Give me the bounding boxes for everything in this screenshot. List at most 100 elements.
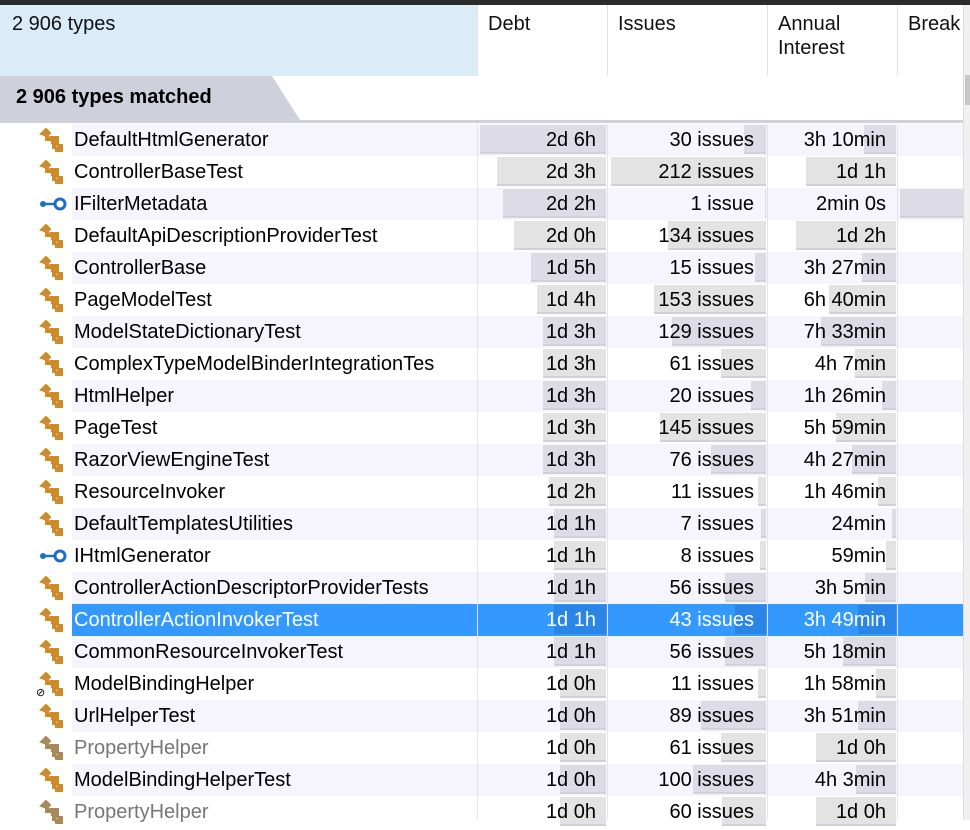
breaking-point-bar bbox=[900, 189, 965, 218]
issues-value[interactable]: 61 issues bbox=[670, 735, 755, 761]
issues-value[interactable]: 11 issues bbox=[671, 479, 754, 505]
debt-cell: 1d 0h bbox=[478, 796, 606, 828]
debt-value: 1d 1h bbox=[545, 577, 596, 599]
type-name[interactable]: PageTest bbox=[74, 415, 477, 441]
column-header-name[interactable]: 2 906 types bbox=[0, 5, 478, 76]
table-row[interactable]: RazorViewEngineTest 1d 3h 76 issues 4h 2… bbox=[0, 444, 963, 476]
type-name[interactable]: IHtmlGenerator bbox=[74, 543, 477, 569]
breaking-point-cell bbox=[898, 764, 965, 796]
type-name[interactable]: CommonResourceInvokerTest bbox=[74, 639, 477, 665]
issues-value[interactable]: 56 issues bbox=[670, 575, 755, 601]
class-icon: ⊘ bbox=[36, 671, 68, 699]
interest-cell: 3h 10min bbox=[768, 124, 896, 156]
issues-value[interactable]: 76 issues bbox=[670, 447, 755, 473]
issues-value[interactable]: 15 issues bbox=[670, 255, 755, 281]
table-row[interactable]: HtmlHelper 1d 3h 20 issues 1h 26min bbox=[0, 380, 963, 412]
type-name[interactable]: ControllerBase bbox=[74, 255, 477, 281]
type-name[interactable]: ResourceInvoker bbox=[74, 479, 477, 505]
interest-cell: 1h 58min bbox=[768, 668, 896, 700]
debt-cell: 1d 1h bbox=[478, 508, 606, 540]
type-name[interactable]: ComplexTypeModelBinderIntegrationTes bbox=[74, 351, 477, 377]
breaking-point-cell bbox=[898, 604, 965, 636]
breaking-point-cell bbox=[898, 508, 965, 540]
type-name[interactable]: UrlHelperTest bbox=[74, 703, 477, 729]
table-row[interactable]: ControllerActionDescriptorProviderTests … bbox=[0, 572, 963, 604]
issues-value[interactable]: 145 issues bbox=[658, 415, 754, 441]
interest-bar bbox=[892, 509, 896, 538]
table-row[interactable]: ControllerActionInvokerTest 1d 1h 43 iss… bbox=[0, 604, 963, 636]
issues-value[interactable]: 61 issues bbox=[670, 351, 755, 377]
table-row[interactable]: PageModelTest 1d 4h 153 issues 6h 40min bbox=[0, 284, 963, 316]
table-row[interactable]: ⊘ ModelBindingHelper 1d 0h 11 issues 1h … bbox=[0, 668, 963, 700]
issues-value[interactable]: 129 issues bbox=[658, 319, 754, 345]
issues-value[interactable]: 1 issue bbox=[691, 191, 754, 217]
table-row[interactable]: DefaultApiDescriptionProviderTest 2d 0h … bbox=[0, 220, 963, 252]
class-icon bbox=[38, 575, 68, 600]
table-row[interactable]: ControllerBase 1d 5h 15 issues 3h 27min bbox=[0, 252, 963, 284]
type-name[interactable]: DefaultApiDescriptionProviderTest bbox=[74, 223, 477, 249]
table-row[interactable]: PropertyHelper 1d 0h 61 issues 1d 0h bbox=[0, 732, 963, 764]
type-name[interactable]: ModelBindingHelper bbox=[74, 671, 477, 697]
type-name[interactable]: PropertyHelper bbox=[74, 735, 477, 761]
interest-cell: 4h 27min bbox=[768, 444, 896, 476]
column-header-debt[interactable]: Debt bbox=[478, 5, 608, 76]
breaking-point-cell bbox=[898, 796, 965, 828]
type-name[interactable]: ModelStateDictionaryTest bbox=[74, 319, 477, 345]
group-header[interactable]: 2 906 types matched bbox=[0, 76, 300, 120]
issues-value[interactable]: 30 issues bbox=[670, 127, 755, 153]
table-row[interactable]: ControllerBaseTest 2d 3h 212 issues 1d 1… bbox=[0, 156, 963, 188]
scrollbar-thumb[interactable] bbox=[965, 75, 970, 105]
type-name[interactable]: RazorViewEngineTest bbox=[74, 447, 477, 473]
table-row[interactable]: ModelBindingHelperTest 1d 0h 100 issues … bbox=[0, 764, 963, 796]
table-row[interactable]: IHtmlGenerator 1d 1h 8 issues 59min bbox=[0, 540, 963, 572]
table-row[interactable]: DefaultHtmlGenerator 2d 6h 30 issues 3h … bbox=[0, 124, 963, 156]
table-row[interactable]: UrlHelperTest 1d 0h 89 issues 3h 51min bbox=[0, 700, 963, 732]
debt-cell: 1d 0h bbox=[478, 700, 606, 732]
table-row[interactable]: ModelStateDictionaryTest 1d 3h 129 issue… bbox=[0, 316, 963, 348]
interest-cell: 5h 18min bbox=[768, 636, 896, 668]
issues-value[interactable]: 43 issues bbox=[670, 607, 755, 633]
issues-value[interactable]: 134 issues bbox=[658, 223, 754, 249]
table-row[interactable]: PageTest 1d 3h 145 issues 5h 59min bbox=[0, 412, 963, 444]
interest-value: 1d 2h bbox=[835, 225, 886, 247]
column-header-issues[interactable]: Issues bbox=[608, 5, 768, 76]
column-divider bbox=[767, 124, 768, 820]
column-header-annual-interest[interactable]: Annual Interest bbox=[768, 5, 898, 76]
type-name[interactable]: DefaultHtmlGenerator bbox=[74, 127, 477, 153]
table-row[interactable]: DefaultTemplatesUtilities 1d 1h 7 issues… bbox=[0, 508, 963, 540]
type-name[interactable]: PageModelTest bbox=[74, 287, 477, 313]
issues-value[interactable]: 8 issues bbox=[681, 543, 754, 569]
issues-value[interactable]: 20 issues bbox=[670, 383, 755, 409]
breaking-point-cell bbox=[898, 444, 965, 476]
debt-cell: 2d 3h bbox=[478, 156, 606, 188]
debt-value: 1d 2h bbox=[545, 481, 596, 503]
interest-value: 2min 0s bbox=[815, 193, 886, 215]
type-name[interactable]: HtmlHelper bbox=[74, 383, 477, 409]
table-row[interactable]: ResourceInvoker 1d 2h 11 issues 1h 46min bbox=[0, 476, 963, 508]
vertical-scrollbar[interactable] bbox=[963, 5, 970, 820]
issues-value[interactable]: 11 issues bbox=[671, 671, 754, 697]
type-name[interactable]: ControllerActionDescriptorProviderTests bbox=[74, 575, 477, 601]
table-row[interactable]: ComplexTypeModelBinderIntegrationTes 1d … bbox=[0, 348, 963, 380]
type-name[interactable]: DefaultTemplatesUtilities bbox=[74, 511, 477, 537]
type-name[interactable]: ModelBindingHelperTest bbox=[74, 767, 477, 793]
interest-cell: 1d 0h bbox=[768, 732, 896, 764]
type-name[interactable]: IFilterMetadata bbox=[74, 191, 477, 217]
table-row[interactable]: PropertyHelper 1d 0h 60 issues 1d 0h bbox=[0, 796, 963, 828]
issues-value[interactable]: 212 issues bbox=[658, 159, 754, 185]
column-header-breaking-point[interactable]: Break bbox=[898, 5, 970, 76]
type-name[interactable]: ControllerActionInvokerTest bbox=[74, 607, 477, 633]
issues-value[interactable]: 60 issues bbox=[670, 799, 755, 825]
issues-value[interactable]: 56 issues bbox=[670, 639, 755, 665]
breaking-point-cell bbox=[898, 220, 965, 252]
type-name[interactable]: ControllerBaseTest bbox=[74, 159, 477, 185]
debt-cell: 1d 1h bbox=[478, 572, 606, 604]
issues-value[interactable]: 100 issues bbox=[658, 767, 754, 793]
table-row[interactable]: IFilterMetadata 2d 2h 1 issue 2min 0s bbox=[0, 188, 965, 220]
issues-value[interactable]: 89 issues bbox=[670, 703, 755, 729]
table-row[interactable]: CommonResourceInvokerTest 1d 1h 56 issue… bbox=[0, 636, 963, 668]
type-name[interactable]: PropertyHelper bbox=[74, 799, 477, 825]
breaking-point-cell bbox=[898, 732, 965, 764]
issues-value[interactable]: 7 issues bbox=[681, 511, 754, 537]
issues-value[interactable]: 153 issues bbox=[658, 287, 754, 313]
